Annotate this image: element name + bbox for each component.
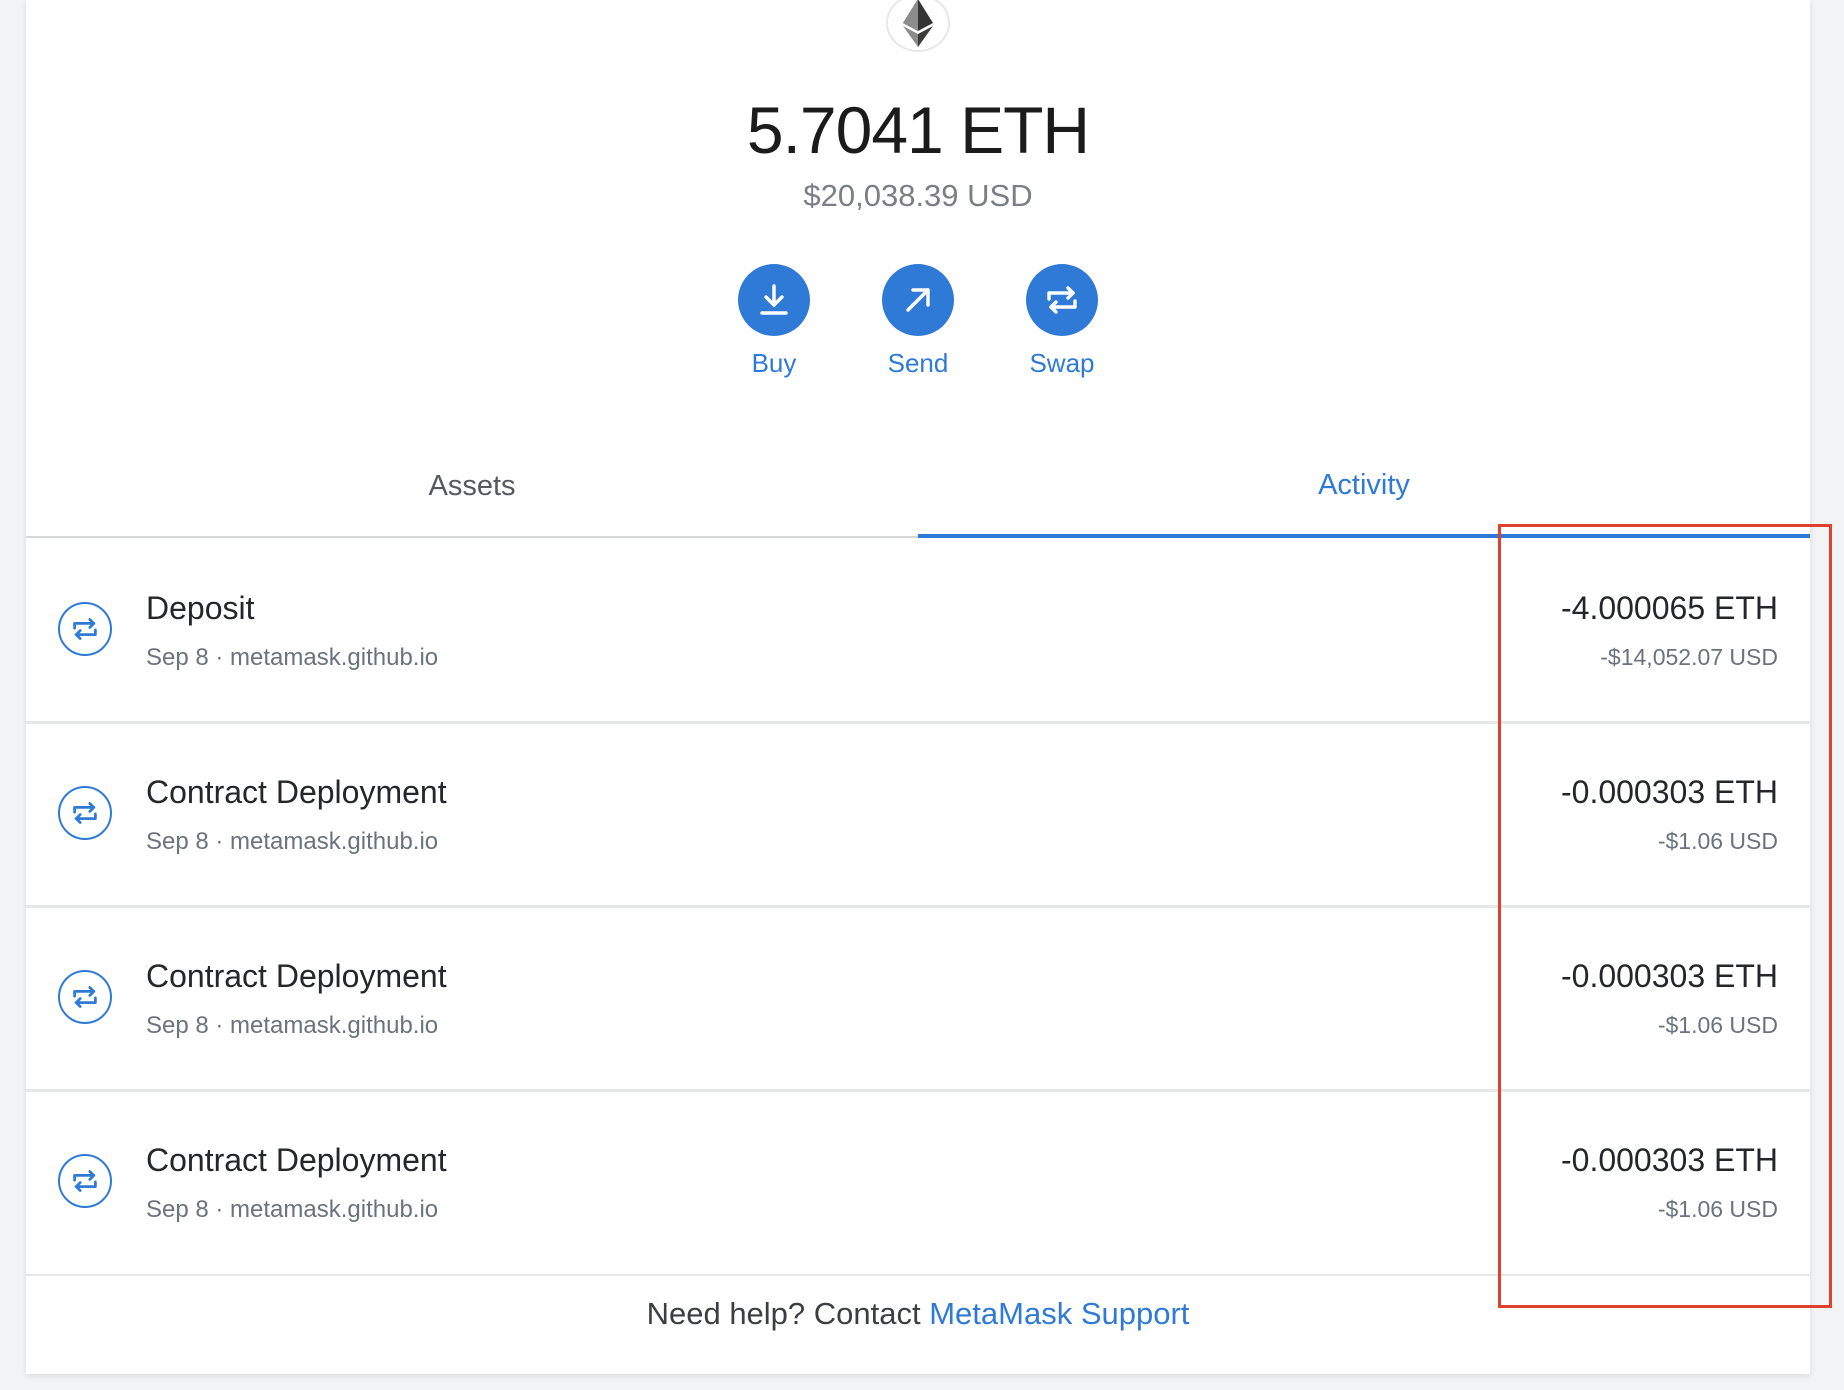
swap-arrows-icon xyxy=(58,1154,112,1208)
transaction-origin: metamask.github.io xyxy=(230,828,439,855)
eth-balance: 5.7041 ETH xyxy=(746,93,1090,167)
swap-label: Swap xyxy=(1029,348,1095,378)
transaction-title: Contract Deployment xyxy=(146,774,447,810)
download-arrow-icon xyxy=(738,264,810,336)
transaction-title: Contract Deployment xyxy=(146,958,447,994)
tab-assets[interactable]: Assets xyxy=(26,436,918,536)
transaction-meta: Sep 8 · metamask.github.io xyxy=(146,1012,439,1039)
help-text: Need help? Contact xyxy=(646,1296,930,1331)
tab-activity[interactable]: Activity xyxy=(918,436,1810,538)
send-button[interactable]: Send xyxy=(881,264,955,379)
transaction-date: Sep 8 xyxy=(146,644,209,671)
send-label: Send xyxy=(887,348,949,378)
arrow-up-right-icon xyxy=(882,264,954,336)
buy-button[interactable]: Buy xyxy=(737,264,811,379)
metamask-support-link[interactable]: MetaMask Support xyxy=(929,1296,1189,1331)
transaction-meta: Sep 8 · metamask.github.io xyxy=(146,828,439,855)
swap-arrows-icon xyxy=(58,602,112,656)
transaction-date: Sep 8 xyxy=(146,1012,209,1039)
swap-arrows-icon xyxy=(58,970,112,1024)
transaction-date: Sep 8 xyxy=(146,828,209,855)
transaction-origin: metamask.github.io xyxy=(230,1196,439,1223)
usd-balance: $20,038.39 USD xyxy=(803,178,1033,213)
swap-arrows-icon xyxy=(58,786,112,840)
ethereum-logo-icon xyxy=(886,0,950,52)
transaction-origin: metamask.github.io xyxy=(230,644,439,671)
action-buttons: Buy Send Swap xyxy=(26,264,1810,379)
transaction-title: Deposit xyxy=(146,590,255,626)
transaction-origin: metamask.github.io xyxy=(230,1012,439,1039)
swap-arrows-icon xyxy=(1026,264,1098,336)
buy-label: Buy xyxy=(751,348,797,378)
transaction-meta: Sep 8 · metamask.github.io xyxy=(146,644,439,671)
transaction-meta: Sep 8 · metamask.github.io xyxy=(146,1196,439,1223)
transaction-title: Contract Deployment xyxy=(146,1142,447,1178)
transaction-date: Sep 8 xyxy=(146,1196,209,1223)
tab-bar: Assets Activity xyxy=(26,436,1810,538)
annotation-highlight-box xyxy=(1498,524,1832,1308)
swap-button[interactable]: Swap xyxy=(1025,264,1099,379)
